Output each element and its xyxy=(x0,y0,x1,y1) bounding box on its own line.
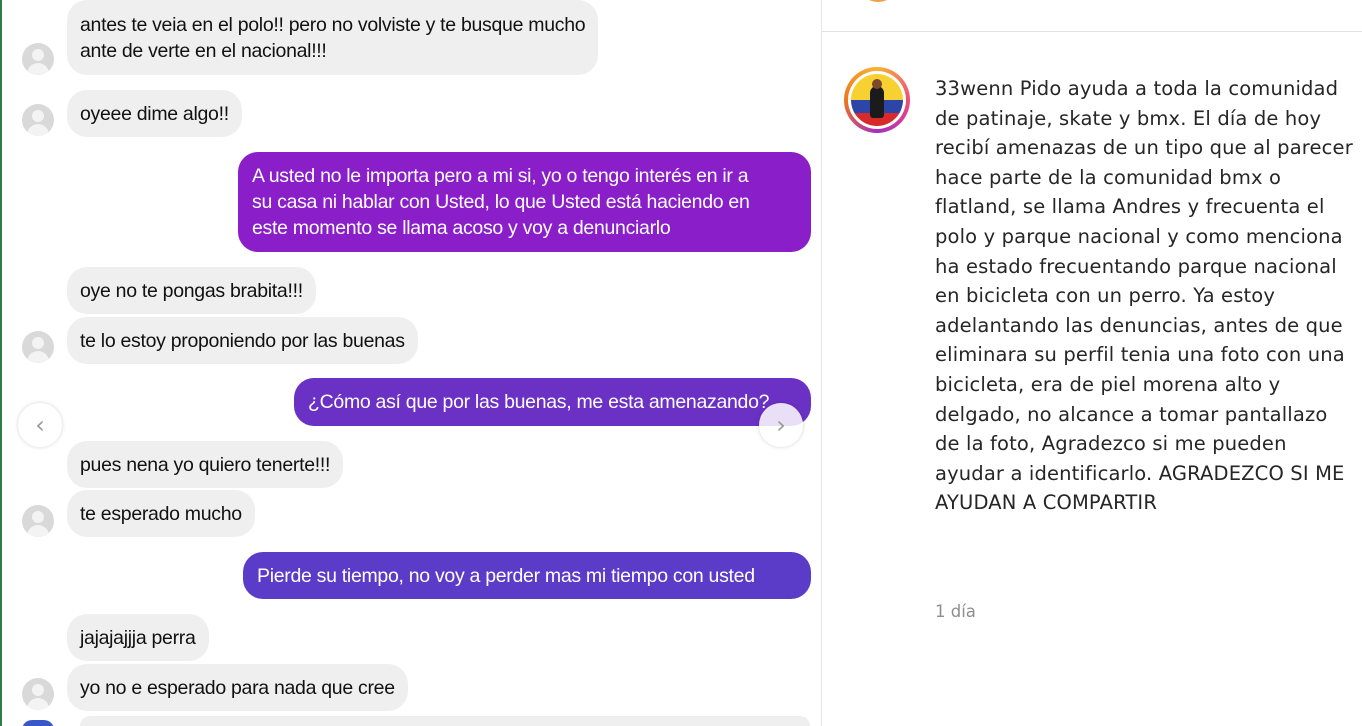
message-text: jajajajjja perra xyxy=(80,627,196,649)
message-text: te lo estoy proponiendo por las buenas xyxy=(80,330,405,352)
message-bubble-outgoing: Pierde su tiempo, no voy a perder mas mi… xyxy=(243,552,811,599)
message-bubble-incoming: oyeee dime algo!! xyxy=(67,90,242,137)
message-bubble-outgoing: A usted no le importa pero a mi si, yo o… xyxy=(238,152,811,252)
carousel-prev-button[interactable]: ‹ xyxy=(18,403,62,447)
message-text: yo no e esperado para nada que cree xyxy=(80,677,395,699)
profile-avatar[interactable] xyxy=(844,67,910,133)
post-panel: 33wenn Pido ayuda a toda la comunidad de… xyxy=(822,0,1362,726)
message-line: ante de verte en el nacional!!! xyxy=(80,40,327,62)
message-line: este momento se llama acoso y voy a denu… xyxy=(252,217,671,239)
message-bubble-incoming: jajajajjja perra xyxy=(67,614,209,661)
message-bubble-incoming: te lo estoy proponiendo por las buenas xyxy=(67,317,418,364)
message-bubble-incoming: pues nena yo quiero tenerte!!! xyxy=(67,441,344,488)
message-bubble-incoming: oye no te pongas brabita!!! xyxy=(67,267,316,314)
header-avatar[interactable] xyxy=(857,0,899,2)
message-text: pues nena yo quiero tenerte!!! xyxy=(80,454,331,476)
avatar xyxy=(22,505,54,537)
message-line: A usted no le importa pero a mi si, yo o… xyxy=(252,165,749,187)
message-text: oye no te pongas brabita!!! xyxy=(80,280,303,302)
message-line: su casa ni hablar con Usted, lo que Uste… xyxy=(252,191,750,213)
post-caption: 33wenn Pido ayuda a toda la comunidad de… xyxy=(935,74,1355,518)
message-text: ¿Cómo así que por las buenas, me esta am… xyxy=(308,391,770,413)
post-header xyxy=(822,0,1362,32)
avatar xyxy=(22,331,54,363)
partial-message-bubble xyxy=(80,716,810,726)
profile-photo xyxy=(851,74,903,126)
post-timestamp[interactable]: 1 día xyxy=(935,602,976,621)
message-bubble-outgoing: ¿Cómo así que por las buenas, me esta am… xyxy=(294,378,811,426)
carousel-next-button[interactable]: › xyxy=(759,403,803,447)
left-edge-strip xyxy=(0,0,2,726)
chevron-left-icon: ‹ xyxy=(35,411,45,439)
message-bubble-incoming: antes te veia en el polo!! pero no volvi… xyxy=(67,0,599,75)
avatar xyxy=(22,43,54,75)
message-line: antes te veia en el polo!! pero no volvi… xyxy=(80,14,586,36)
chat-screenshot: antes te veia en el polo!! pero no volvi… xyxy=(0,0,822,726)
message-bubble-incoming: yo no e esperado para nada que cree xyxy=(67,664,408,711)
partial-avatar xyxy=(22,720,54,726)
username-link[interactable]: 33wenn xyxy=(935,77,1013,100)
avatar xyxy=(22,104,54,136)
message-text: te esperado mucho xyxy=(80,503,242,525)
message-text: oyeee dime algo!! xyxy=(80,103,229,125)
message-bubble-incoming: te esperado mucho xyxy=(67,490,255,537)
avatar xyxy=(22,678,54,710)
caption-text: Pido ayuda a toda la comunidad de patina… xyxy=(935,77,1353,515)
message-text: Pierde su tiempo, no voy a perder mas mi… xyxy=(257,565,755,587)
chevron-right-icon: › xyxy=(776,411,786,439)
